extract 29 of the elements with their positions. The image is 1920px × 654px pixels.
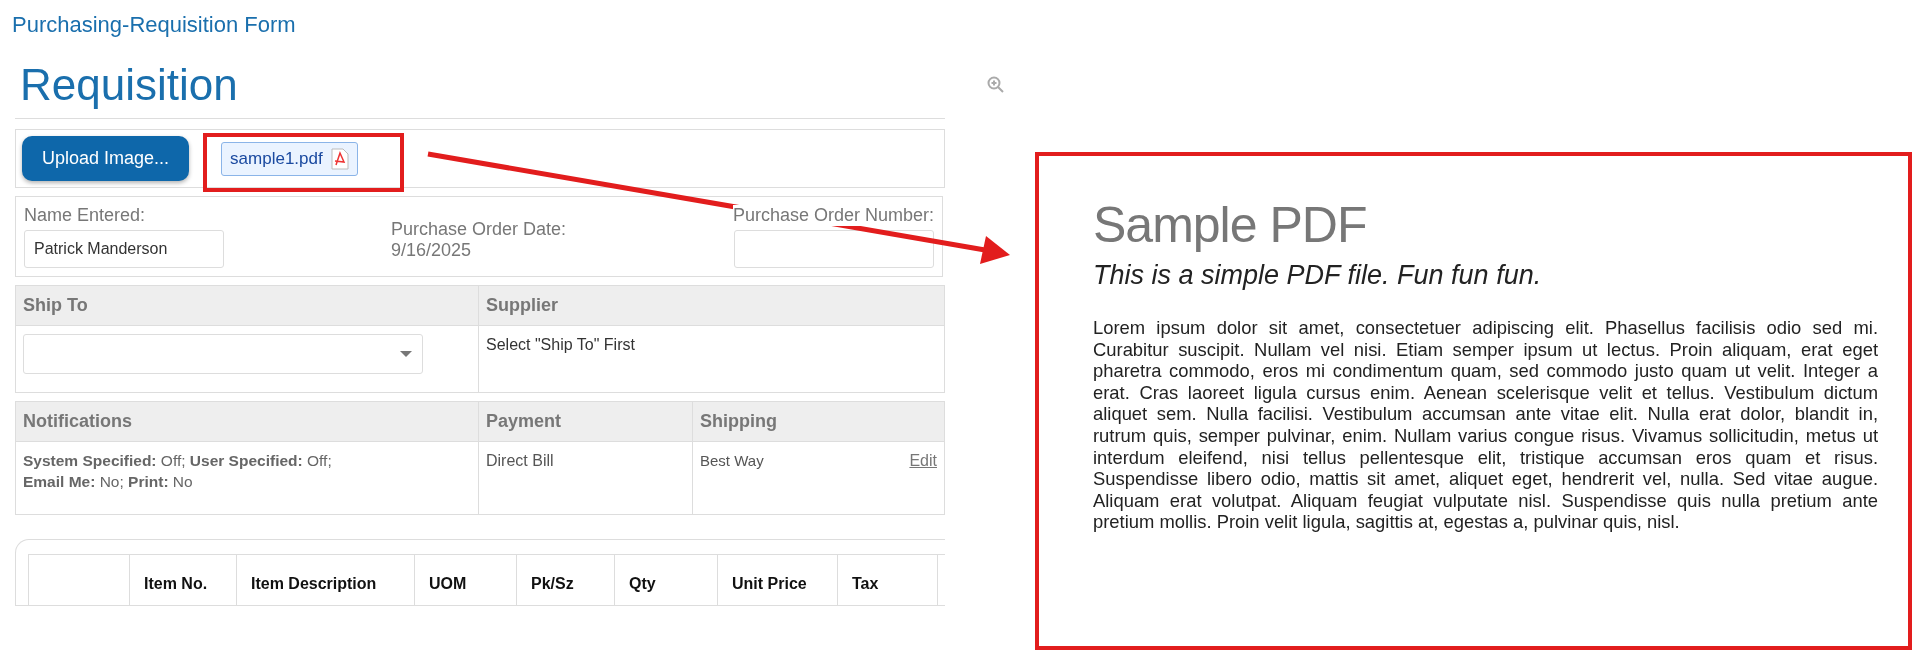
page-title: Purchasing-Requisition Form xyxy=(12,12,297,38)
shipping-value: Best Way xyxy=(700,451,764,471)
field-label: Purchase Order Number: xyxy=(732,205,934,226)
po-date-value: 9/16/2025 xyxy=(390,240,471,261)
column-header: Item No. xyxy=(129,555,236,605)
column-header: Tax xyxy=(837,555,937,605)
form-heading: Requisition xyxy=(20,60,238,110)
section-header: Ship To xyxy=(16,286,478,326)
document-subtitle: This is a simple PDF file. Fun fun fun. xyxy=(1093,260,1543,291)
column-header: UOM xyxy=(414,555,516,605)
section-header: Payment xyxy=(478,402,692,442)
notifications-value: System Specified: Off; User Specified: Off; Email Me: No; Print: No xyxy=(23,451,333,492)
field-label: Name Entered: xyxy=(24,205,146,226)
name-entered-field[interactable]: Patrick Manderson xyxy=(24,230,224,268)
document-body: Lorem ipsum dolor sit amet, consectetuer adipiscing elit. Phasellus facilisis odio sed mi. Curabitur suscipit. Nullam vel nisi. Etiam semper ipsum ut lectus. Proin aliquam, erat eget pharetra commodo, eros mi condimentum quam, sed commodo justo quam ut velit. Integer a erat. Cras laoreet ligula cursus enim. Aenean scelerisque velit et tellus. Vestibulum dictum aliquet sem. Nulla facilisi. Vestibulum accumsan ante vitae elit. Nulla erat dolor, blandit in, rutrum quis, semper pulvinar, enim. Nullam varius congue risus. Vivamus sollicitudin, metus ut interdum eleifend, nisi tellus pellentesque elit, tristique accumsan eros quam et risus. Suspendisse libero odio, mattis sit amet, aliquet eget, hendrerit vel, nulla. Sed vitae augue. Aliquam erat volutpat. Aliquam feugiat vulputate nisl. Suspendisse quis nulla pretium ante pretium mollis. Proin velit ligula, sagittis at, egestas a, pulvinar quis, nisl. xyxy=(1093,317,1878,533)
payment-value: Direct Bill xyxy=(486,451,554,471)
supplier-value: Select "Ship To" First xyxy=(486,335,635,355)
column-header: Unit Price xyxy=(717,555,837,605)
column-header: Qty xyxy=(614,555,717,605)
document-title: Sample PDF xyxy=(1093,196,1368,254)
attachment-chip[interactable]: sample1.pdf xyxy=(221,141,358,176)
upload-image-button[interactable]: Upload Image... xyxy=(22,136,190,181)
section-header: Shipping xyxy=(692,402,944,442)
column-header: Item Description xyxy=(236,555,414,605)
field-label: Purchase Order Date: xyxy=(390,219,566,240)
edit-link[interactable]: Edit xyxy=(909,450,937,471)
column-header: Pk/Sz xyxy=(516,555,614,605)
section-header: Notifications xyxy=(16,402,478,442)
section-header: Supplier xyxy=(478,286,944,326)
